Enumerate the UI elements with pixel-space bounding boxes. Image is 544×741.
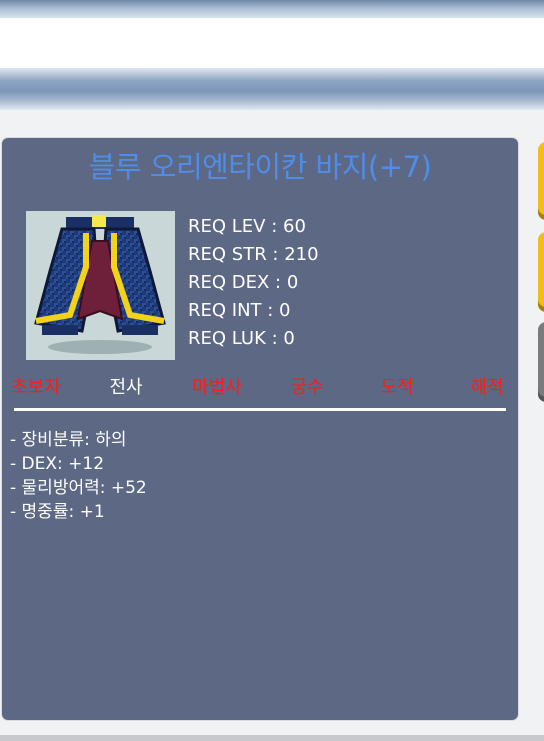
bottom-bar bbox=[0, 735, 544, 741]
job-archer: 궁수 bbox=[290, 377, 324, 398]
job-beginner: 초보자 bbox=[11, 377, 61, 398]
req-int: REQ INT : 0 bbox=[188, 300, 291, 321]
divider-line bbox=[14, 408, 506, 411]
job-thief: 도적 bbox=[380, 377, 414, 398]
header-blank-band bbox=[0, 18, 544, 70]
side-tab-1[interactable] bbox=[538, 142, 544, 220]
req-level: REQ LEV : 60 bbox=[188, 216, 306, 237]
side-tab-3[interactable] bbox=[538, 322, 544, 402]
stat-defense: - 물리방어력: +52 bbox=[10, 478, 147, 498]
req-dex: REQ DEX : 0 bbox=[188, 272, 299, 293]
stat-dex: - DEX: +12 bbox=[10, 454, 105, 474]
header-strip-top bbox=[0, 0, 544, 18]
job-pirate: 해적 bbox=[470, 377, 504, 398]
requirements-list: REQ LEV : 60 REQ STR : 210 REQ DEX : 0 R… bbox=[188, 213, 319, 353]
item-stats-list: - 장비분류: 하의 - DEX: +12 - 물리방어력: +52 - 명중률… bbox=[10, 428, 147, 524]
item-image bbox=[26, 211, 175, 360]
job-class-row: 초보자 전사 마법사 궁수 도적 해적 bbox=[2, 374, 518, 402]
pants-icon bbox=[34, 215, 166, 354]
header-strip-bottom bbox=[0, 68, 544, 110]
item-name: 블루 오리엔타이칸 바지(+7) bbox=[88, 150, 432, 184]
item-tooltip-panel: 블루 오리엔타이칸 바지(+7) REQ LEV: 60 REQ STR: … bbox=[2, 138, 518, 720]
req-str: REQ STR : 210 bbox=[188, 244, 319, 265]
side-tab-2[interactable] bbox=[538, 232, 544, 312]
job-warrior: 전사 bbox=[109, 377, 143, 398]
req-luk: REQ LUK : 0 bbox=[188, 328, 295, 349]
stat-category: - 장비분류: 하의 bbox=[10, 430, 127, 450]
stat-accuracy: - 명중률: +1 bbox=[10, 502, 105, 522]
job-magician: 마법사 bbox=[192, 377, 242, 398]
